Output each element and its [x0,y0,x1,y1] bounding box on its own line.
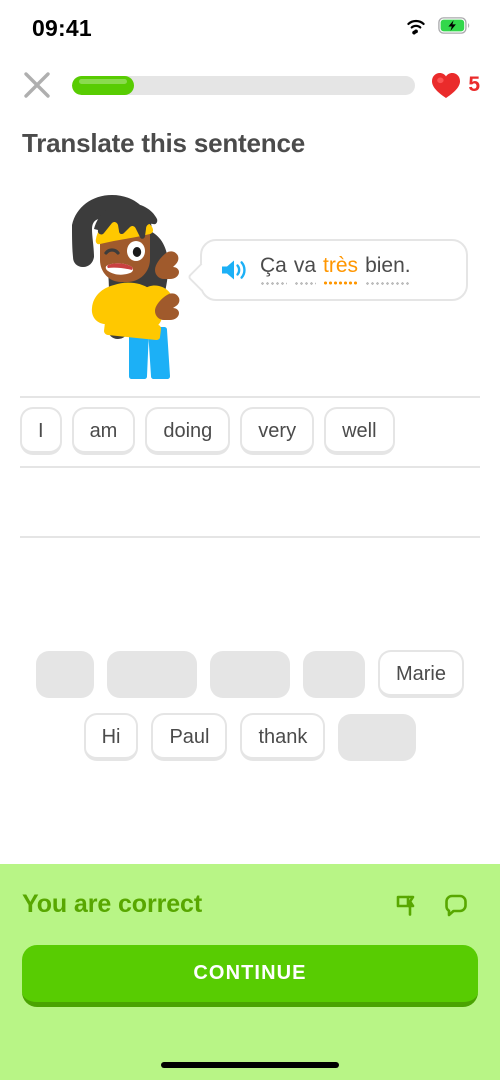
close-button[interactable] [18,66,56,104]
speech-bubble-icon [445,894,467,916]
home-indicator [161,1062,339,1068]
sentence-token[interactable]: va [293,254,317,285]
sentence-token[interactable]: Ça [260,254,287,285]
sentence-token[interactable]: très [323,254,359,285]
feedback-title: You are correct [22,890,203,918]
sentence-token[interactable]: bien. [365,254,411,285]
lesson-progress-fill [72,75,134,95]
word-bank-tile-used [302,650,365,698]
hearts-count-label: 5 [468,73,480,96]
play-audio-button[interactable] [218,255,248,285]
answer-tile[interactable]: am [71,407,136,455]
feedback-panel: You are correct CONTINUE [0,864,500,1080]
speaker-icon [222,260,246,280]
token-underline [260,281,287,285]
flag-icon [396,895,415,916]
lesson-top-bar: 5 [0,56,500,114]
token-underline [323,280,359,285]
word-bank-row-1: Marie [34,650,466,698]
status-indicators [404,17,470,40]
challenge-area: Ça va très bien. [0,175,500,390]
word-bank-tile[interactable]: thank [240,713,326,761]
hearts-counter[interactable]: 5 [431,72,480,99]
token-underline [293,281,317,285]
answer-tile[interactable]: well [324,407,395,455]
word-bank-row-2: Hi Paul thank [34,713,466,761]
page-title: Translate this sentence [22,128,305,158]
answer-tile[interactable]: doing [145,407,231,455]
answer-area: Iam doing very well [0,396,500,538]
status-bar: 09:41 [0,0,500,56]
feedback-header: You are correct [22,890,478,919]
word-bank: Marie Hi Paul thank [0,650,500,761]
discuss-button[interactable] [442,891,470,919]
close-icon [24,72,50,98]
answer-line-2[interactable] [20,468,480,538]
report-button[interactable] [392,891,420,919]
status-time: 09:41 [32,14,92,41]
word-bank-tile-used [35,650,94,698]
token-underline [365,281,411,285]
answer-tile[interactable]: I [20,407,62,455]
word-bank-tile[interactable]: Hi [83,713,139,761]
word-bank-tile-used [106,650,197,698]
character-illustration [26,177,206,382]
feedback-actions [392,891,478,919]
wifi-icon [404,17,428,40]
heart-icon [432,72,461,98]
battery-charging-icon [438,17,470,39]
continue-button[interactable]: CONTINUE [22,945,478,1007]
word-bank-tile[interactable]: Paul [151,713,228,761]
answer-tile[interactable]: very [240,407,315,455]
audio-sentence-bubble: Ça va très bien. [186,239,468,301]
lesson-progress-bar [72,75,416,95]
answer-line-1[interactable]: Iam doing very well [20,396,480,468]
sentence-text: Ça va très bien. [260,254,411,285]
word-bank-tile-used [338,713,417,761]
word-bank-tile[interactable]: Marie [377,650,464,698]
word-bank-tile-used [209,650,290,698]
